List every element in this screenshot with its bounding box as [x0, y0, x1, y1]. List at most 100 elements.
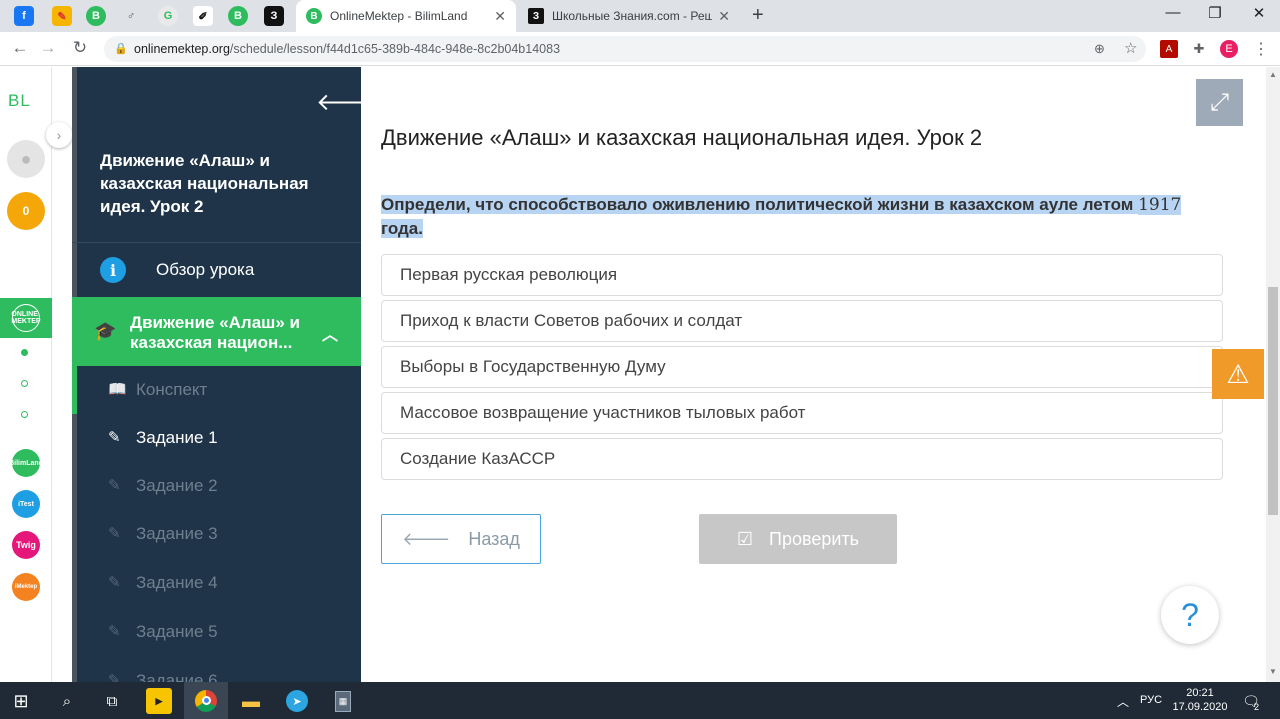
chevron-up-icon[interactable]: ︿ [322, 321, 338, 345]
profile-avatar[interactable]: E [1220, 40, 1238, 58]
pinned-tab-icon[interactable]: ✎ [52, 6, 72, 26]
edit-icon: ✎ [108, 477, 121, 494]
sidebar-item-task-5[interactable]: ✎ Задание 5 [72, 608, 361, 656]
rail-dot-filled[interactable] [21, 349, 28, 356]
player-app-icon[interactable]: ▶ [146, 688, 172, 714]
pinned-tab-icon[interactable]: ✐ [193, 6, 213, 26]
help-button[interactable]: ? [1161, 586, 1219, 644]
edit-icon: ✎ [108, 574, 121, 591]
pinned-tab-icon[interactable]: G [158, 6, 178, 26]
windows-start-icon[interactable]: ⊞ [8, 688, 34, 714]
back-button[interactable]: 🡐 Назад [381, 514, 541, 564]
itest-app-icon[interactable]: iTest [12, 490, 40, 518]
user-avatar[interactable]: ● [7, 140, 45, 178]
extensions-puzzle-icon[interactable]: ✚ [1190, 40, 1208, 58]
bilimland-logo[interactable]: BL [8, 91, 31, 111]
scroll-down-icon[interactable]: ▼ [1269, 667, 1277, 676]
imektep-app-icon[interactable]: iMektep [12, 573, 40, 601]
znanija-pinned-tab-icon[interactable]: З [264, 6, 284, 26]
question-year: 1917 [1138, 195, 1182, 215]
calculator-icon[interactable]: ▦ [330, 688, 356, 714]
sidebar-item-task-1[interactable]: ✎ Задание 1 [72, 414, 361, 462]
facebook-pinned-tab-icon[interactable]: f [14, 6, 34, 26]
sidebar-item-konspekt[interactable]: 📖 Конспект [72, 366, 361, 414]
tab-onlinemektep[interactable]: B OnlineMektep - BilimLand ✕ [296, 0, 516, 32]
answer-option[interactable]: Выборы в Государственную Думу [381, 346, 1223, 388]
fullscreen-expand-icon[interactable]: ⤢ [1196, 79, 1243, 126]
answer-option[interactable]: Массовое возвращение участников тыловых … [381, 392, 1223, 434]
back-arrow-icon[interactable]: ← [8, 38, 32, 58]
search-icon[interactable]: ⌕ [54, 688, 80, 714]
clock-time: 20:21 [1186, 687, 1214, 699]
edit-icon: ✎ [108, 623, 121, 640]
telegram-icon[interactable]: ➤ [284, 688, 310, 714]
answer-option[interactable]: Создание КазАССР [381, 438, 1223, 480]
check-button[interactable]: ☑ Проверить [699, 514, 897, 564]
sidebar-item-task-3[interactable]: ✎ Задание 3 [72, 510, 361, 558]
collapse-sidebar-arrow-icon[interactable]: 🡐 [316, 87, 361, 117]
tray-chevron-up-icon[interactable]: ︿ [1110, 688, 1136, 714]
sidebar-item-label: Конспект [136, 380, 208, 399]
sidebar-item-task-4[interactable]: ✎ Задание 4 [72, 559, 361, 607]
sidebar-item-label: Задание 3 [136, 524, 218, 543]
close-tab-icon[interactable]: ✕ [494, 8, 506, 25]
edit-icon: ✎ [108, 525, 121, 542]
url-host: onlinemektep.org [134, 42, 230, 56]
reload-icon[interactable]: ↻ [68, 38, 92, 58]
sidebar-item-overview[interactable]: i Обзор урока [72, 243, 361, 297]
rail-active-item[interactable]: ONLINE MEKTEP [0, 298, 52, 338]
pdf-extension-icon[interactable]: A [1160, 40, 1178, 58]
close-tab-icon[interactable]: ✕ [718, 8, 730, 25]
browser-menu-icon[interactable]: ⋮ [1252, 40, 1270, 58]
clock-date: 17.09.2020 [1172, 701, 1228, 713]
new-tab-button[interactable]: + [752, 4, 764, 27]
tab-znanija[interactable]: З Школьные Знания.com - Решае ✕ [518, 0, 740, 32]
graduation-cap-icon: 🎓 [94, 321, 117, 341]
tab-title: Школьные Знания.com - Решае [552, 9, 712, 23]
answer-option[interactable]: Первая русская революция [381, 254, 1223, 296]
sidebar-item-label: Задание 2 [136, 476, 218, 495]
answer-option[interactable]: Приход к власти Советов рабочих и солдат [381, 300, 1223, 342]
zoom-icon[interactable]: ⊕ [1094, 41, 1105, 57]
rail-dot-empty[interactable] [21, 411, 28, 418]
bilimland-pinned-tab-icon[interactable]: B [228, 6, 248, 26]
page-scrollbar[interactable]: ▲ ▼ [1266, 67, 1280, 682]
check-button-label: Проверить [769, 528, 860, 549]
sidebar-current-section[interactable]: 🎓 Движение «Алаш» и казахская национ... … [72, 297, 361, 366]
scroll-up-icon[interactable]: ▲ [1269, 70, 1277, 79]
notifications-icon[interactable]: 🗨 [1238, 688, 1264, 714]
question-tail: года. [381, 219, 423, 238]
chrome-icon [195, 689, 217, 712]
rail-dot-empty[interactable] [21, 380, 28, 387]
sidebar-item-task-2[interactable]: ✎ Задание 2 [72, 462, 361, 510]
question-body: Определи, что способствовало оживлению п… [381, 195, 1134, 214]
twig-app-icon[interactable]: Twig [12, 531, 40, 559]
notification-count: 2 [1254, 702, 1260, 712]
checkbox-icon: ☑ [736, 528, 754, 549]
scrollbar-thumb[interactable] [1268, 287, 1278, 515]
maximize-button[interactable]: ❐ [1200, 4, 1230, 22]
minimize-button[interactable]: — [1158, 4, 1188, 21]
bilimland-app-icon[interactable]: BilimLand [9, 449, 43, 477]
bilimland-favicon-icon: B [306, 8, 322, 24]
expand-rail-chevron-icon[interactable]: › [46, 122, 72, 148]
bookmark-star-icon[interactable]: ☆ [1124, 39, 1137, 57]
task-view-icon[interactable]: ⧉ [99, 688, 125, 714]
address-bar[interactable]: 🔒 onlinemektep.org/schedule/lesson/f44d1… [104, 36, 1146, 62]
close-window-button[interactable]: ✕ [1244, 4, 1274, 22]
forward-arrow-icon[interactable]: → [36, 38, 60, 58]
file-explorer-icon[interactable]: ▬ [238, 688, 264, 714]
bilimland-pinned-tab-icon[interactable]: B [86, 6, 106, 26]
keyboard-language[interactable]: РУС [1140, 694, 1162, 706]
lesson-content: ⤢ Движение «Алаш» и казахская национальн… [361, 67, 1243, 682]
pinned-tab-icon[interactable]: ♂ [121, 6, 141, 26]
app-rail: BL › ● 0 ONLINE MEKTEP BilimLand iTest T… [0, 67, 72, 682]
sidebar-item-label: Обзор урока [156, 260, 255, 279]
points-badge[interactable]: 0 [7, 192, 45, 230]
tab-title: OnlineMektep - BilimLand [330, 9, 468, 23]
sidebar-item-task-6[interactable]: ✎ Задание 6 [72, 657, 361, 682]
taskbar-clock[interactable]: 20:21 17.09.2020 [1172, 686, 1228, 714]
lock-icon: 🔒 [114, 43, 128, 55]
warning-report-button[interactable]: ⚠ [1212, 349, 1264, 399]
chrome-taskbar-button[interactable] [184, 682, 228, 719]
